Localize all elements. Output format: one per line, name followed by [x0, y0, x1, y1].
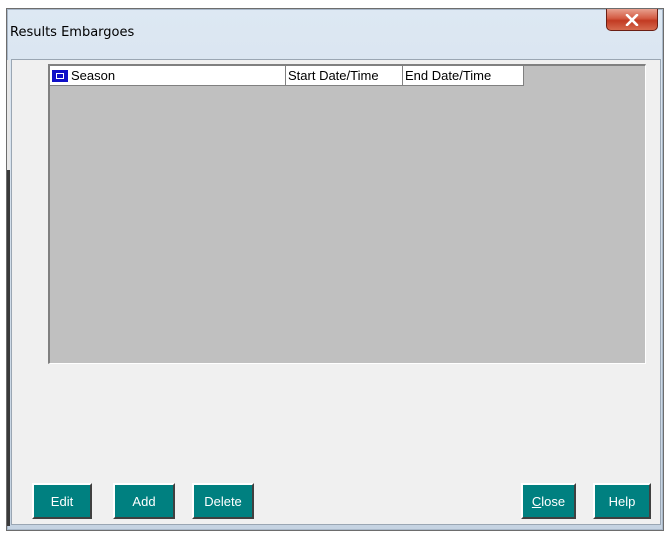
- add-button[interactable]: Add: [113, 483, 175, 519]
- close-label-rest: lose: [541, 493, 566, 509]
- column-label-end-date-time: End Date/Time: [405, 68, 492, 83]
- window-close-button[interactable]: [606, 9, 658, 31]
- column-label-season: Season: [71, 68, 116, 83]
- column-header-end-date-time[interactable]: End Date/Time: [403, 66, 524, 86]
- title-bar[interactable]: Results Embargoes: [7, 9, 663, 55]
- grid-select-icon[interactable]: [52, 69, 68, 82]
- window-title: Results Embargoes: [10, 25, 135, 40]
- column-label-start-date-time: Start Date/Time: [288, 68, 379, 83]
- close-icon: [625, 13, 639, 26]
- delete-button[interactable]: Delete: [192, 483, 254, 519]
- close-button[interactable]: Close: [521, 483, 576, 519]
- close-mnemonic: C: [531, 493, 542, 509]
- grid-header: Season Start Date/Time End Date/Time: [50, 66, 524, 86]
- help-button[interactable]: Help: [593, 483, 651, 519]
- column-header-season[interactable]: Season: [50, 66, 286, 86]
- dialog-body: Season Start Date/Time End Date/Time Edi…: [7, 59, 661, 526]
- edit-button[interactable]: Edit: [32, 483, 92, 519]
- column-header-start-date-time[interactable]: Start Date/Time: [286, 66, 403, 86]
- results-embargoes-window: Results Embargoes Season Start Date/Time…: [6, 8, 664, 531]
- window-left-edge: [7, 60, 10, 526]
- embargoes-grid[interactable]: Season Start Date/Time End Date/Time: [48, 64, 646, 364]
